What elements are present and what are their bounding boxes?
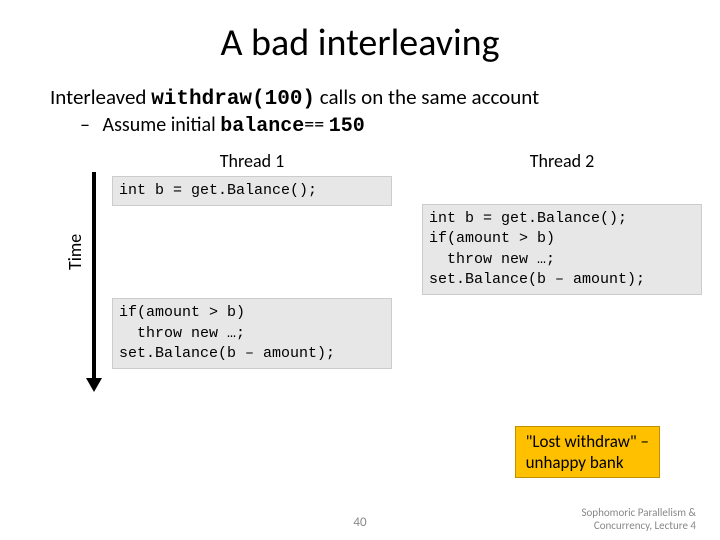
subtitle-code: withdraw(100) bbox=[151, 88, 315, 111]
thread2-column: Thread 2 int b = get.Balance(); if(amoun… bbox=[422, 150, 702, 369]
thread2-code-block: int b = get.Balance(); if(amount > b) th… bbox=[422, 204, 702, 295]
thread2-header: Thread 2 bbox=[422, 150, 702, 172]
content-area: Time Thread 1 int b = get.Balance(); if(… bbox=[100, 150, 680, 369]
page-number: 40 bbox=[353, 515, 366, 530]
thread1-column: Thread 1 int b = get.Balance(); if(amoun… bbox=[112, 150, 392, 369]
footer-line1: Sophomoric Parallelism & bbox=[581, 506, 696, 519]
thread1-code-block2: if(amount > b) throw new …; set.Balance(… bbox=[112, 298, 392, 369]
slide: A bad interleaving Interleaved withdraw(… bbox=[0, 0, 720, 540]
subtitle-post: calls on the same account bbox=[315, 84, 539, 110]
thread1-code-block1: int b = get.Balance(); bbox=[112, 176, 392, 206]
page-title: A bad interleaving bbox=[40, 20, 680, 66]
footer: Sophomoric Parallelism & Concurrency, Le… bbox=[581, 506, 696, 532]
arrow-head-icon bbox=[86, 378, 102, 392]
footer-line2: Concurrency, Lecture 4 bbox=[581, 519, 696, 532]
bullet-dash: – bbox=[80, 113, 98, 137]
callout-line1: "Lost withdraw" – bbox=[526, 431, 649, 452]
bullet-pre: Assume initial bbox=[98, 113, 220, 137]
bullet-code1: balance bbox=[220, 115, 304, 138]
callout-line2: unhappy bank bbox=[526, 452, 649, 473]
thread1-header: Thread 1 bbox=[112, 150, 392, 172]
subtitle-pre: Interleaved bbox=[50, 84, 151, 110]
subtitle: Interleaved withdraw(100) calls on the s… bbox=[50, 84, 680, 111]
arrow-line bbox=[92, 172, 96, 382]
time-arrow bbox=[88, 172, 100, 392]
bullet: – Assume initial balance== 150 bbox=[80, 113, 680, 138]
bullet-mid: == bbox=[304, 113, 328, 137]
bullet-code2: 150 bbox=[329, 115, 365, 138]
callout-box: "Lost withdraw" – unhappy bank bbox=[515, 426, 660, 479]
time-axis-label: Time bbox=[64, 234, 86, 270]
thread-columns: Thread 1 int b = get.Balance(); if(amoun… bbox=[112, 150, 680, 369]
thread2-spacer bbox=[422, 176, 702, 204]
